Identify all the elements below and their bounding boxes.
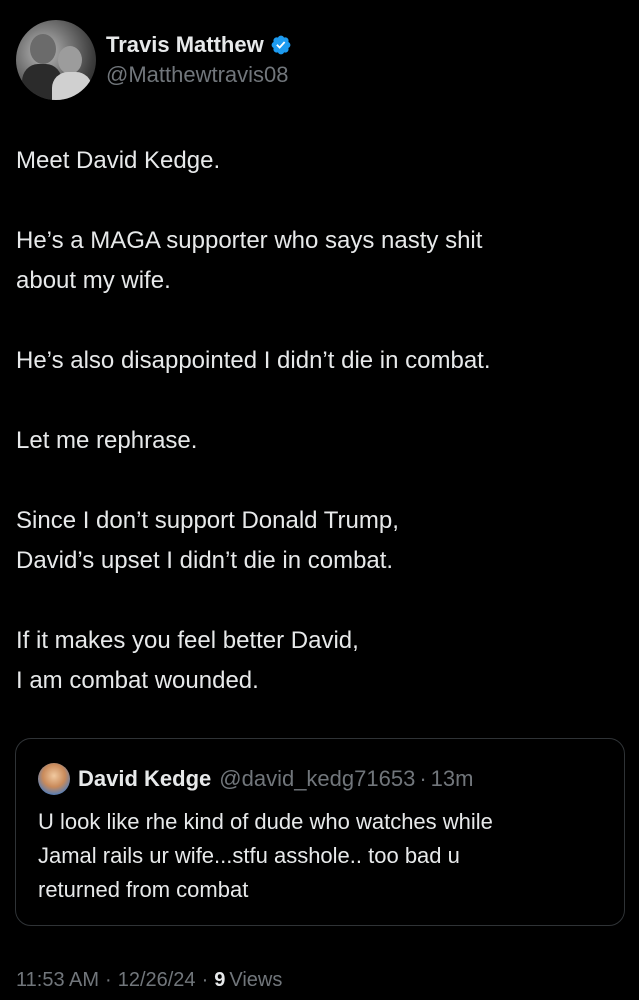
avatar-face-right bbox=[58, 46, 82, 74]
tweet-paragraph: Meet David Kedge. bbox=[16, 141, 626, 181]
tweet-line: He’s also disappointed I didn’t die in c… bbox=[16, 347, 491, 374]
verified-badge-icon bbox=[271, 35, 291, 55]
quoted-tweet-time[interactable]: 13m bbox=[431, 766, 474, 792]
tweet-line: If it makes you feel better David, bbox=[16, 627, 359, 654]
dot-separator: · bbox=[419, 766, 427, 791]
quoted-tweet-line: U look like rhe kind of dude who watches… bbox=[38, 809, 493, 834]
author-display-name[interactable]: Travis Matthew bbox=[106, 31, 264, 59]
author-name-block: Travis Matthew @Matthewtravis08 bbox=[106, 31, 292, 89]
tweet-line: I am combat wounded. bbox=[16, 667, 259, 694]
tweet: Travis Matthew @Matthewtravis08 Meet Dav… bbox=[0, 0, 639, 1000]
author-avatar[interactable] bbox=[16, 20, 96, 100]
quoted-tweet-header: David Kedge @david_kedg71653 · 13m bbox=[38, 763, 473, 795]
author-handle[interactable]: @Matthewtravis08 bbox=[106, 61, 292, 89]
dot-separator: · bbox=[105, 968, 112, 991]
author-name-row: Travis Matthew bbox=[106, 31, 292, 59]
tweet-paragraph: Since I don’t support Donald Trump, Davi… bbox=[16, 501, 626, 581]
tweet-line: He’s a MAGA supporter who says nasty shi… bbox=[16, 227, 483, 254]
quoted-author-avatar[interactable] bbox=[38, 763, 70, 795]
tweet-paragraph: He’s also disappointed I didn’t die in c… bbox=[16, 341, 626, 381]
tweet-date[interactable]: 12/26/24 bbox=[118, 969, 196, 992]
tweet-meta: 11:53 AM · 12/26/24 · 9 Views bbox=[16, 963, 282, 997]
quoted-tweet-line: returned from combat bbox=[38, 877, 249, 902]
quoted-tweet[interactable]: David Kedge @david_kedg71653 · 13m U loo… bbox=[15, 738, 625, 926]
tweet-text: Meet David Kedge. He’s a MAGA supporter … bbox=[16, 141, 626, 701]
quoted-tweet-line: Jamal rails ur wife...stfu asshole.. too… bbox=[38, 843, 460, 868]
tweet-time[interactable]: 11:53 AM bbox=[16, 969, 99, 992]
tweet-paragraph: If it makes you feel better David, I am … bbox=[16, 621, 626, 701]
tweet-paragraph: He’s a MAGA supporter who says nasty shi… bbox=[16, 221, 626, 301]
tweet-line: about my wife. bbox=[16, 267, 171, 294]
avatar-face-left bbox=[30, 34, 56, 64]
tweet-header: Travis Matthew @Matthewtravis08 bbox=[16, 20, 292, 100]
tweet-line: David’s upset I didn’t die in combat. bbox=[16, 547, 394, 574]
tweet-line: Meet David Kedge. bbox=[16, 147, 221, 174]
quoted-tweet-text: U look like rhe kind of dude who watches… bbox=[38, 805, 608, 907]
tweet-paragraph: Let me rephrase. bbox=[16, 421, 626, 461]
avatar-body-right bbox=[52, 72, 92, 100]
views-count[interactable]: 9 bbox=[214, 969, 225, 992]
views-label[interactable]: Views bbox=[229, 969, 282, 992]
tweet-line: Let me rephrase. bbox=[16, 427, 198, 454]
tweet-line: Since I don’t support Donald Trump, bbox=[16, 507, 399, 534]
quoted-author-display-name[interactable]: David Kedge bbox=[78, 766, 211, 792]
quoted-author-handle[interactable]: @david_kedg71653 bbox=[219, 766, 415, 792]
dot-separator: · bbox=[201, 968, 209, 991]
